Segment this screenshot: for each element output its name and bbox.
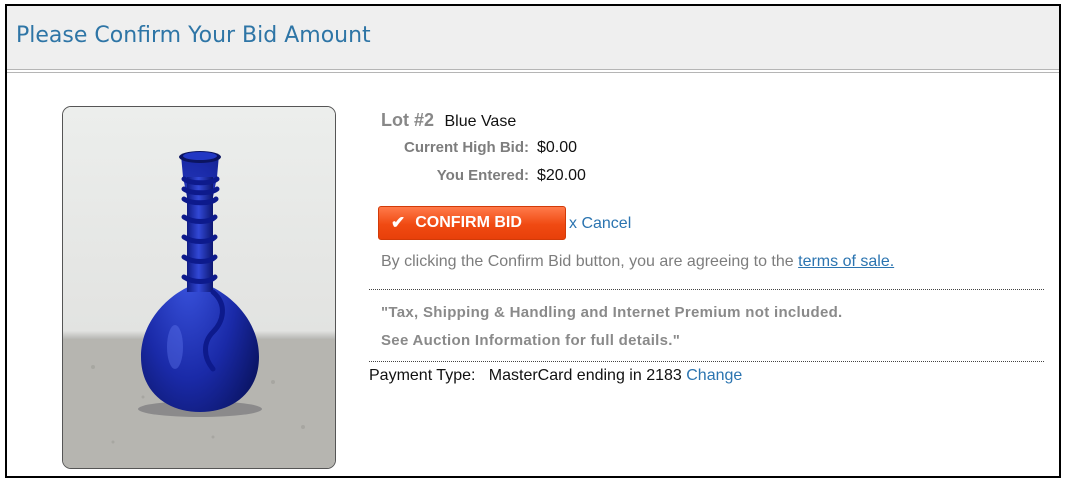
confirm-bid-button[interactable]: ✔ CONFIRM BID: [378, 206, 566, 240]
agreement-text: By clicking the Confirm Bid button, you …: [381, 253, 894, 271]
agreement-sentence: By clicking the Confirm Bid button, you …: [381, 253, 799, 270]
lot-name: Blue Vase: [444, 113, 517, 130]
divider: [369, 361, 1044, 362]
payment-type-label: Payment Type:: [369, 367, 476, 384]
you-entered-label: You Entered:: [436, 167, 529, 184]
lot-number: Lot #2: [381, 110, 435, 130]
you-entered-value: $20.00: [537, 167, 586, 184]
current-high-bid-row: Current High Bid: $0.00: [376, 139, 577, 157]
confirm-bid-label: CONFIRM BID: [415, 214, 522, 231]
cancel-link[interactable]: x Cancel: [569, 215, 631, 233]
change-payment-link[interactable]: Change: [686, 367, 742, 384]
dialog-header: Please Confirm Your Bid Amount: [7, 6, 1059, 70]
terms-of-sale-link[interactable]: terms of sale.: [798, 253, 894, 270]
notice-line-1: "Tax, Shipping & Handling and Internet P…: [381, 304, 843, 321]
payment-type-row: Payment Type: MasterCard ending in 2183 …: [369, 367, 742, 385]
payment-type-value: MasterCard ending in 2183: [488, 367, 682, 384]
current-high-bid-value: $0.00: [537, 139, 578, 156]
divider: [369, 289, 1044, 290]
checkmark-icon: ✔: [391, 213, 406, 232]
bid-confirm-dialog: Please Confirm Your Bid Amount Lot #2 Bl…: [5, 4, 1061, 478]
current-high-bid-label: Current High Bid:: [404, 139, 529, 156]
lot-photo: [62, 106, 336, 469]
divider: [7, 72, 1059, 73]
you-entered-row: You Entered: $20.00: [376, 167, 586, 185]
notice-line-2: See Auction Information for full details…: [381, 332, 681, 349]
lot-title: Lot #2 Blue Vase: [381, 110, 516, 131]
page-title: Please Confirm Your Bid Amount: [16, 23, 371, 48]
